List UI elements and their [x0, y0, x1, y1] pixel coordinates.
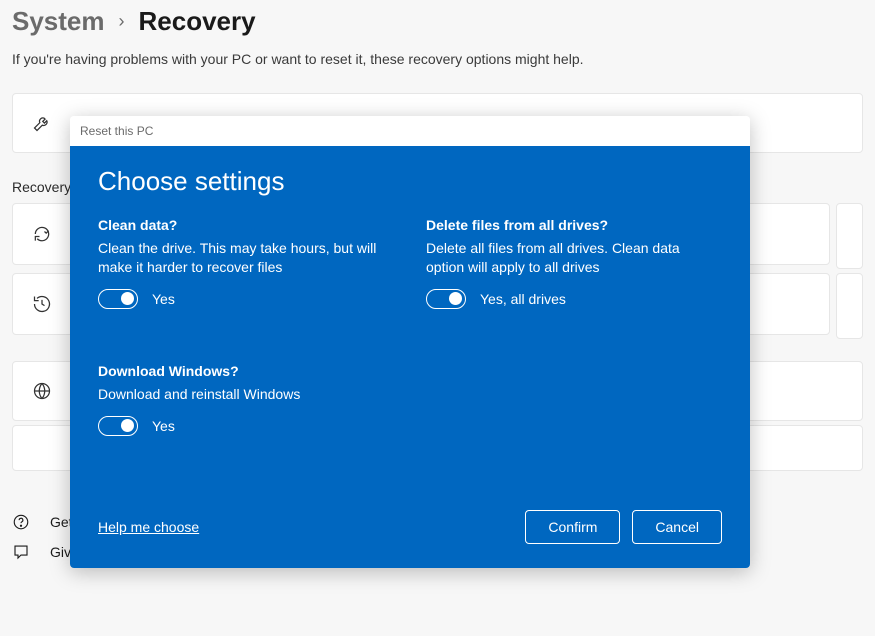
setting-clean-data: Clean data? Clean the drive. This may ta…	[98, 217, 390, 309]
reset-icon	[31, 223, 53, 245]
setting-download-windows-title: Download Windows?	[98, 363, 390, 385]
page-subtitle: If you're having problems with your PC o…	[12, 51, 863, 93]
breadcrumb: System › Recovery	[12, 0, 863, 51]
reset-pc-action[interactable]	[836, 203, 863, 269]
setting-delete-all-drives-title: Delete files from all drives?	[426, 217, 718, 239]
confirm-button[interactable]: Confirm	[525, 510, 620, 544]
go-back-action[interactable]	[836, 273, 863, 339]
reset-pc-dialog: Reset this PC Choose settings Clean data…	[70, 116, 750, 568]
toggle-download-windows-label: Yes	[152, 418, 175, 434]
toggle-delete-all-drives[interactable]	[426, 289, 466, 309]
setting-delete-all-drives-desc: Delete all files from all drives. Clean …	[426, 239, 718, 289]
chevron-right-icon: ›	[119, 11, 125, 32]
breadcrumb-current: Recovery	[139, 6, 256, 37]
dialog-window-title: Reset this PC	[70, 116, 750, 146]
feedback-icon	[12, 543, 30, 561]
history-icon	[31, 293, 53, 315]
help-me-choose-link[interactable]: Help me choose	[98, 519, 199, 535]
setting-delete-all-drives: Delete files from all drives? Delete all…	[426, 217, 718, 309]
setting-clean-data-title: Clean data?	[98, 217, 390, 239]
wrench-icon	[31, 112, 53, 134]
globe-icon	[31, 380, 53, 402]
toggle-clean-data[interactable]	[98, 289, 138, 309]
dialog-heading: Choose settings	[98, 166, 722, 217]
cancel-button[interactable]: Cancel	[632, 510, 722, 544]
setting-clean-data-desc: Clean the drive. This may take hours, bu…	[98, 239, 390, 289]
breadcrumb-parent[interactable]: System	[12, 6, 105, 37]
toggle-download-windows[interactable]	[98, 416, 138, 436]
setting-download-windows-desc: Download and reinstall Windows	[98, 385, 390, 416]
toggle-delete-all-drives-label: Yes, all drives	[480, 291, 566, 307]
toggle-clean-data-label: Yes	[152, 291, 175, 307]
help-icon	[12, 513, 30, 531]
setting-download-windows: Download Windows? Download and reinstall…	[98, 363, 390, 436]
